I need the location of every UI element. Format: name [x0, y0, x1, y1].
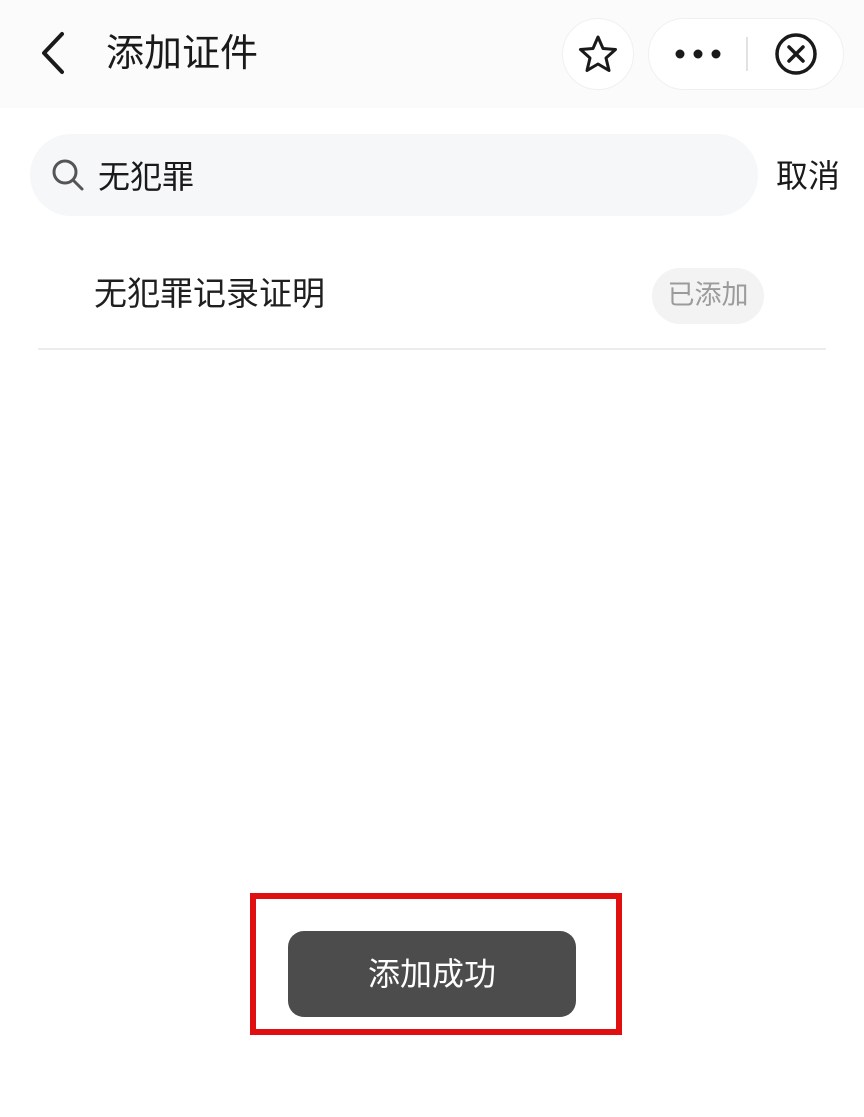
search-input[interactable]	[98, 134, 738, 216]
search-icon	[52, 159, 84, 191]
back-button[interactable]	[28, 26, 78, 80]
star-icon	[579, 35, 617, 72]
capsule-menu	[648, 18, 844, 90]
search-box	[30, 134, 758, 216]
added-status-badge: 已添加	[652, 268, 764, 324]
toast-message: 添加成功	[288, 931, 576, 1017]
chevron-left-icon	[42, 32, 64, 74]
cancel-button[interactable]: 取消	[776, 148, 856, 204]
close-button[interactable]	[748, 19, 843, 89]
result-label: 无犯罪记录证明	[94, 274, 325, 313]
navigation-bar: 添加证件	[0, 0, 864, 108]
page-title: 添加证件	[106, 31, 259, 75]
list-item[interactable]: 无犯罪记录证明 已添加	[38, 240, 826, 350]
close-circle-icon	[774, 33, 817, 75]
more-dots-icon	[675, 49, 720, 59]
more-button[interactable]	[649, 19, 746, 89]
favorite-button[interactable]	[562, 18, 634, 90]
